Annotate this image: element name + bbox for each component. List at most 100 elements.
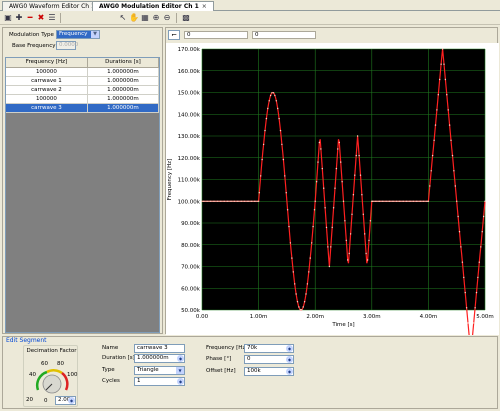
cell-frequency[interactable]: carrwave 2 bbox=[6, 85, 88, 95]
x-tick-label: 4.00m bbox=[420, 314, 438, 320]
remove-icon[interactable]: ━ bbox=[25, 13, 35, 23]
waveform-point bbox=[255, 200, 257, 202]
cycles-input[interactable]: 1 ◆ bbox=[134, 377, 185, 386]
spinner-icon[interactable]: ◆ bbox=[68, 397, 75, 404]
waveform-point bbox=[437, 94, 439, 96]
zoom-in-icon[interactable]: ⊕ bbox=[151, 13, 161, 23]
waveform-point bbox=[289, 242, 292, 244]
waveform-point bbox=[453, 170, 455, 172]
waveform-point bbox=[401, 200, 403, 202]
waveform-point bbox=[301, 309, 303, 311]
waveform-point bbox=[209, 200, 212, 202]
waveform-point bbox=[345, 239, 347, 242]
waveform-point bbox=[325, 226, 328, 229]
display-options-icon[interactable]: ▩ bbox=[181, 13, 191, 23]
waveform-point bbox=[430, 170, 432, 172]
duration-input[interactable]: 1.000000m ◆ bbox=[134, 354, 185, 363]
waveform-point bbox=[484, 200, 486, 202]
table-row[interactable]: 100000 1.000000m bbox=[6, 67, 160, 77]
modulation-chart[interactable]: 50.00k60.00k70.00k80.00k90.00k100.00k110… bbox=[166, 43, 499, 335]
y-tick-label: 110.00k bbox=[178, 178, 201, 184]
waveform-point bbox=[337, 148, 339, 150]
spinner-icon[interactable]: ◆ bbox=[286, 368, 293, 375]
waveform-point bbox=[258, 192, 260, 194]
table-row[interactable]: carrwave 2 1.000000m bbox=[6, 85, 160, 95]
waveform-point bbox=[221, 200, 223, 202]
offset-input[interactable]: 100k ◆ bbox=[244, 367, 294, 376]
table-row[interactable]: carrwave 1 1.000000m bbox=[6, 76, 160, 86]
cell-frequency[interactable]: carrwave 3 bbox=[6, 103, 88, 113]
cell-duration[interactable]: 1.000000m bbox=[87, 76, 160, 86]
waveform-point bbox=[338, 141, 340, 144]
waveform-point bbox=[422, 200, 425, 202]
type-select[interactable]: Triangle ▼ bbox=[134, 366, 185, 375]
zoom-box-icon[interactable]: ▦ bbox=[140, 13, 150, 23]
cell-frequency[interactable]: carrwave 1 bbox=[6, 76, 88, 86]
waveform-point bbox=[261, 158, 263, 161]
cell-duration[interactable]: 1.000000m bbox=[87, 94, 160, 104]
waveform-point bbox=[302, 306, 304, 308]
zoom-menu-icon[interactable]: ⊖ bbox=[162, 13, 172, 23]
column-header-durations[interactable]: Durations [s] bbox=[87, 58, 160, 68]
dial-tick: 60 bbox=[41, 361, 48, 367]
x-tick-label: 5.00m bbox=[476, 314, 494, 320]
waveform-point bbox=[377, 200, 379, 202]
delete-icon[interactable]: ✖ bbox=[36, 13, 46, 23]
waveform-point bbox=[286, 209, 289, 211]
column-header-frequency[interactable]: Frequency [Hz] bbox=[6, 58, 88, 68]
spinner-icon[interactable]: ◆ bbox=[177, 378, 184, 385]
duration-label: Duration [s] bbox=[102, 355, 135, 361]
y-tick-label: 150.00k bbox=[178, 91, 201, 97]
waveform-point bbox=[393, 200, 395, 202]
cell-frequency[interactable]: 100000 bbox=[6, 94, 88, 104]
waveform-point bbox=[335, 167, 338, 170]
waveform-point bbox=[232, 200, 234, 202]
waveform-point bbox=[381, 200, 384, 202]
cell-frequency[interactable]: 100000 bbox=[6, 67, 88, 77]
waveform-point bbox=[411, 200, 413, 202]
step-mode-icon[interactable]: ⌐ bbox=[168, 30, 180, 40]
waveform-point bbox=[223, 200, 226, 202]
chevron-down-icon[interactable]: ▼ bbox=[176, 367, 184, 374]
name-value: carrwave 3 bbox=[137, 345, 168, 351]
table-row[interactable]: 100000 1.000000m bbox=[6, 94, 160, 104]
save-icon[interactable]: ▣ bbox=[3, 13, 13, 23]
modulation-type-select[interactable]: Frequency ▼ bbox=[56, 30, 100, 39]
waveform-point bbox=[358, 154, 360, 157]
frequency-input[interactable]: 70k ◆ bbox=[244, 344, 294, 353]
waveform-point bbox=[334, 187, 336, 189]
spinner-icon[interactable]: ◆ bbox=[177, 355, 184, 362]
waveform-point bbox=[211, 200, 213, 202]
waveform-point bbox=[296, 301, 299, 303]
add-segment-icon[interactable]: ✚ bbox=[14, 13, 24, 23]
waveform-point bbox=[344, 220, 346, 222]
cell-duration[interactable]: 1.000000m bbox=[87, 67, 160, 77]
decimation-factor-input[interactable]: 2.00 ◆ bbox=[55, 396, 76, 405]
y-tick-label: 120.00k bbox=[178, 156, 201, 162]
tab-waveform-editor[interactable]: AWG0 Waveform Editor Ch 1 bbox=[2, 1, 102, 11]
phase-input[interactable]: 0 ◆ bbox=[244, 355, 294, 364]
chevron-down-icon[interactable]: ▼ bbox=[91, 31, 99, 38]
spinner-icon[interactable]: ◆ bbox=[286, 356, 293, 363]
tab-bar: AWG0 Waveform Editor Ch 1 AWG0 Modulatio… bbox=[0, 0, 500, 12]
phase-value: 0 bbox=[247, 356, 251, 362]
waveform-point bbox=[313, 209, 316, 211]
cell-duration[interactable]: 1.000000m bbox=[87, 103, 160, 113]
table-row-selected[interactable]: carrwave 3 1.000000m bbox=[6, 103, 160, 113]
cell-duration[interactable]: 1.000000m bbox=[87, 85, 160, 95]
waveform-point bbox=[364, 233, 366, 235]
pan-icon[interactable]: ✋ bbox=[129, 13, 139, 23]
close-icon[interactable]: × bbox=[202, 3, 207, 10]
base-frequency-input[interactable]: 0.0000 bbox=[56, 41, 78, 50]
waveform-point bbox=[391, 200, 393, 202]
pointer-icon[interactable]: ↖ bbox=[118, 13, 128, 23]
waveform-point bbox=[214, 200, 216, 202]
name-input[interactable]: carrwave 3 bbox=[134, 344, 185, 353]
segment-list-panel: Modulation Type Frequency ▼ Base Frequen… bbox=[2, 27, 163, 334]
waveform-point bbox=[323, 187, 325, 189]
waveform-point bbox=[328, 265, 331, 268]
spinner-icon[interactable]: ◆ bbox=[286, 345, 293, 352]
list-icon[interactable]: ☰ bbox=[47, 13, 57, 23]
waveform-point bbox=[228, 200, 230, 202]
y-tick-label: 80.00k bbox=[181, 243, 201, 249]
